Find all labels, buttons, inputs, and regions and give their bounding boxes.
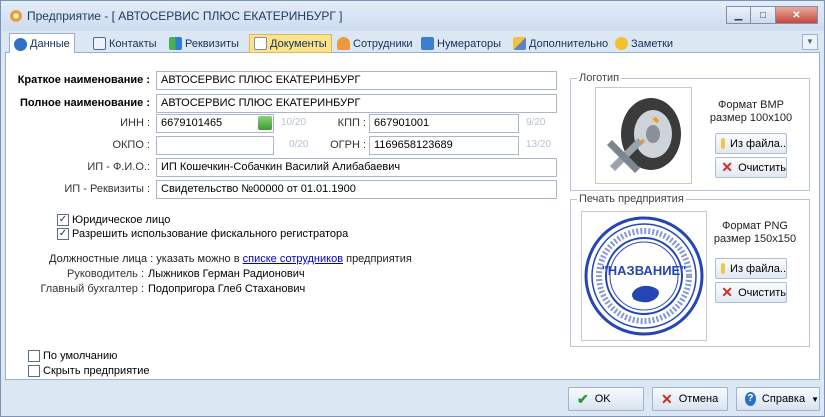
kpp-label: КПП :	[337, 117, 366, 129]
help-button[interactable]: ? Справка ▼	[736, 387, 820, 411]
full-name-field[interactable]: АВТОСЕРВИС ПЛЮС ЕКАТЕРИНБУРГ	[156, 94, 557, 113]
head-value: Лыжников Герман Радионович	[148, 268, 305, 280]
wheel-wrench-icon	[607, 98, 681, 173]
checkbox-checked-icon: ✓	[57, 214, 69, 226]
chief-accountant-label: Главный бухгалтер :	[40, 283, 144, 295]
tab-content: Краткое наименование : АВТОСЕРВИС ПЛЮС Е…	[5, 53, 820, 380]
folder-icon	[721, 263, 726, 274]
logo-image	[595, 87, 692, 184]
requisites-icon	[169, 37, 182, 50]
tab-notes[interactable]: Заметки	[611, 34, 677, 53]
inn-label: ИНН :	[120, 117, 150, 129]
checkbox-checked-icon: ✓	[57, 228, 69, 240]
chevron-down-icon: ▼	[806, 37, 814, 46]
additional-icon	[513, 37, 526, 50]
tab-requisites[interactable]: Реквизиты	[165, 34, 243, 53]
logo-clear-button[interactable]: ✕ Очистить	[715, 157, 787, 178]
numerators-icon	[421, 37, 434, 50]
employees-list-link[interactable]: списке сотрудников	[243, 253, 343, 265]
ogrn-label: ОГРН :	[330, 139, 366, 151]
head-label: Руководитель :	[67, 268, 144, 280]
documents-icon	[254, 37, 267, 50]
okpo-counter: 0/20	[289, 139, 309, 150]
tab-overflow-button[interactable]: ▼	[802, 34, 818, 50]
checkbox-empty-icon	[28, 350, 40, 362]
officials-hint: Должностные лица : указать можно в списк…	[49, 253, 412, 265]
stamp-format-text: Формат PNG размер 150x150	[713, 220, 797, 245]
inn-counter: 10/20	[281, 117, 307, 128]
logo-group: Логотип Формат BMP размер 100x100 Из фай…	[570, 72, 810, 191]
tab-numerators[interactable]: Нумераторы	[417, 34, 505, 53]
dropdown-arrow-icon: ▼	[811, 394, 819, 404]
ip-fio-field[interactable]: ИП Кошечкин-Собачкин Василий Алибабаевич	[156, 158, 557, 177]
employees-icon	[337, 37, 350, 50]
checkmark-icon: ✔	[577, 390, 589, 407]
folder-icon	[721, 138, 726, 149]
hide-enterprise-checkbox[interactable]: Скрыть предприятие	[28, 365, 149, 377]
kpp-counter: 9/20	[526, 117, 546, 128]
ip-fio-label: ИП - Ф.И.О.:	[87, 161, 150, 173]
clear-icon: ✕	[721, 284, 733, 300]
ok-button[interactable]: ✔ OK	[568, 387, 644, 411]
close-button[interactable]: ✕	[776, 6, 818, 24]
tab-documents[interactable]: Документы	[249, 34, 332, 53]
cancel-button[interactable]: ✕ Отмена	[652, 387, 728, 411]
checkbox-empty-icon	[28, 365, 40, 377]
okpo-field[interactable]	[156, 136, 274, 155]
tab-data[interactable]: Данные	[9, 33, 75, 54]
ip-requisites-label: ИП - Реквизиты :	[64, 183, 150, 195]
window-title: Предприятие - [ АВТОСЕРВИС ПЛЮС ЕКАТЕРИН…	[27, 9, 343, 23]
title-bar[interactable]: Предприятие - [ АВТОСЕРВИС ПЛЮС ЕКАТЕРИН…	[1, 1, 824, 31]
stamp-from-file-button[interactable]: Из файла..	[715, 258, 787, 279]
notes-icon	[615, 37, 628, 50]
data-icon	[14, 37, 27, 51]
okpo-label: ОКПО :	[112, 139, 150, 151]
stamp-group: Печать предприятия "НАЗВАНИЕ" Формат PNG…	[570, 193, 810, 347]
stamp-seal-icon: "НАЗВАНИЕ"	[584, 216, 704, 336]
logo-from-file-button[interactable]: Из файла..	[715, 133, 787, 154]
chief-accountant-value: Подопригора Глеб Стаханович	[148, 283, 306, 295]
inn-field[interactable]: 6679101465	[156, 114, 274, 133]
legal-entity-checkbox[interactable]: ✓ Юридическое лицо	[57, 214, 170, 226]
ip-requisites-field[interactable]: Свидетельство №00000 от 01.01.1900	[156, 180, 557, 199]
stamp-image: "НАЗВАНИЕ"	[581, 211, 707, 341]
ogrn-field[interactable]: 1169658123689	[369, 136, 519, 155]
stamp-inner-text: "НАЗВАНИЕ"	[602, 263, 687, 278]
logo-format-text: Формат BMP размер 100x100	[709, 99, 793, 124]
logo-group-title: Логотип	[577, 72, 622, 84]
stamp-group-title: Печать предприятия	[577, 193, 686, 205]
tab-contacts[interactable]: Контакты	[89, 34, 161, 53]
minimize-icon: ▁	[734, 9, 743, 21]
enterprise-window: Предприятие - [ АВТОСЕРВИС ПЛЮС ЕКАТЕРИН…	[0, 0, 825, 417]
default-checkbox[interactable]: По умолчанию	[28, 350, 117, 362]
cancel-icon: ✕	[661, 390, 673, 407]
app-icon	[10, 10, 22, 22]
stamp-clear-button[interactable]: ✕ Очистить	[715, 282, 787, 303]
help-icon: ?	[745, 392, 756, 406]
fiscal-registrar-checkbox[interactable]: ✓ Разрешить использование фискального ре…	[57, 228, 348, 240]
inn-check-icon[interactable]	[258, 116, 272, 130]
tab-bar: Данные Контакты Реквизиты Документы Сотр…	[5, 31, 820, 54]
minimize-button[interactable]: ▁	[726, 6, 751, 24]
contacts-icon	[93, 37, 106, 50]
ogrn-counter: 13/20	[526, 139, 552, 150]
tab-additional[interactable]: Дополнительно	[509, 34, 612, 53]
close-icon: ✕	[792, 9, 801, 21]
kpp-field[interactable]: 667901001	[369, 114, 519, 133]
short-name-label: Краткое наименование :	[17, 74, 150, 86]
tab-employees[interactable]: Сотрудники	[333, 34, 417, 53]
maximize-icon: □	[759, 9, 767, 21]
clear-icon: ✕	[721, 159, 733, 175]
full-name-label: Полное наименование :	[20, 97, 150, 109]
maximize-button[interactable]: □	[751, 6, 776, 24]
short-name-field[interactable]: АВТОСЕРВИС ПЛЮС ЕКАТЕРИНБУРГ	[156, 71, 557, 90]
